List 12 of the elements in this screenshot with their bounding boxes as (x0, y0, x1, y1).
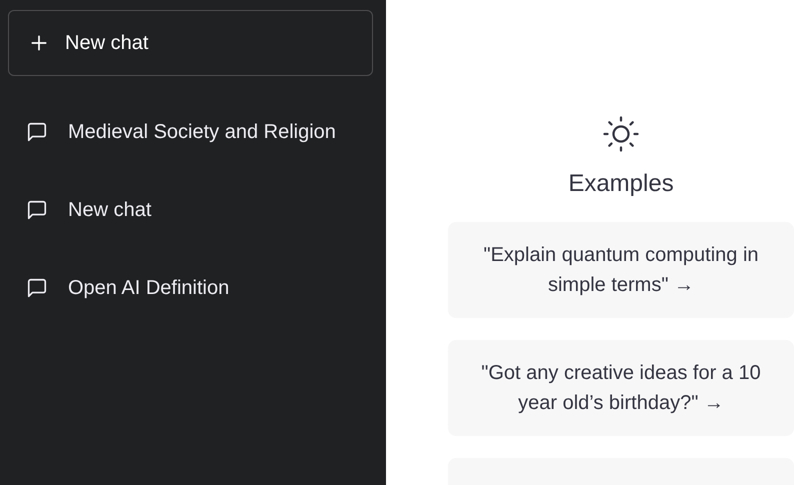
chat-history-item[interactable]: New chat (8, 186, 378, 234)
chat-bubble-icon (26, 277, 48, 299)
new-chat-button[interactable]: New chat (8, 10, 373, 76)
chat-history-item[interactable]: Open AI Definition (8, 264, 378, 312)
plus-icon (29, 33, 49, 53)
chat-bubble-icon (26, 121, 48, 143)
example-prompt-card[interactable]: "Explain quantum computing in simple terms" → (448, 222, 794, 318)
chat-bubble-icon (26, 199, 48, 221)
sun-icon (603, 116, 639, 152)
chat-history-item[interactable]: Medieval Society and Religion (8, 108, 378, 156)
examples-heading: Examples (568, 169, 674, 199)
example-prompt-card[interactable]: "Got any creative ideas for a 10 year old’s birthday?" → (448, 340, 794, 436)
